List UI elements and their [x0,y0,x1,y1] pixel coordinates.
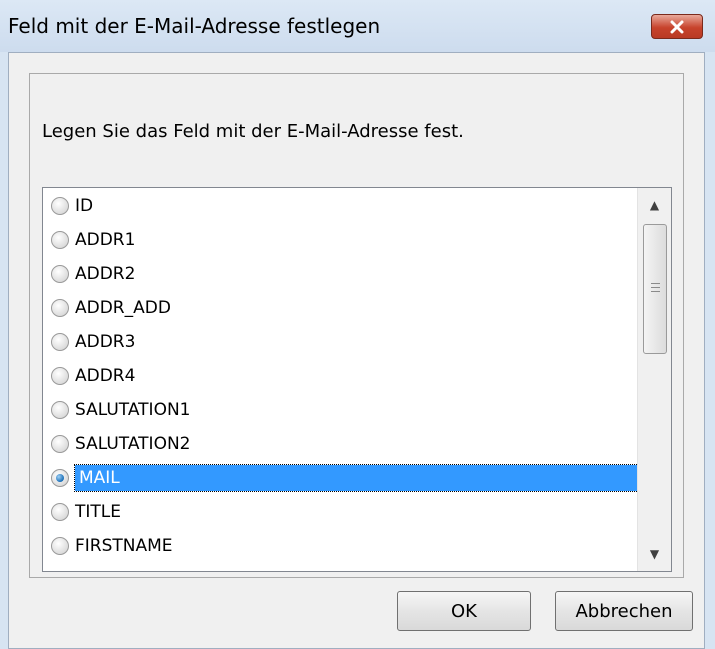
instruction-text: Legen Sie das Feld mit der E-Mail-Adress… [42,121,464,142]
close-button[interactable] [651,14,703,39]
field-option-label: ID [75,196,94,216]
field-option-addr1[interactable]: ADDR1 [47,224,638,256]
radio-button[interactable] [51,537,69,555]
radio-button[interactable] [51,503,69,521]
scroll-down-arrow-icon[interactable]: ▼ [638,537,671,571]
radio-button[interactable] [51,401,69,419]
field-option-addr-add[interactable]: ADDR_ADD [47,292,638,324]
field-option-label: ADDR3 [75,332,136,352]
dialog-title: Feld mit der E-Mail-Adresse festlegen [8,14,381,38]
field-option-label: ADDR2 [75,264,136,284]
grip-line [651,283,660,284]
radio-button[interactable] [51,197,69,215]
field-option-mail[interactable]: MAIL [47,462,639,494]
scroll-up-arrow-icon[interactable]: ▲ [638,188,671,222]
field-listbox[interactable]: ID ADDR1 ADDR2 ADDR_ADD ADDR3 ADDR4 SALU… [42,187,672,572]
radio-button[interactable] [51,265,69,283]
radio-button[interactable] [51,299,69,317]
field-option-label: ADDR_ADD [75,298,171,318]
cancel-button[interactable]: Abbrechen [555,591,693,631]
field-option-addr4[interactable]: ADDR4 [47,360,638,392]
field-option-label: TITLE [75,502,121,522]
field-option-salutation1[interactable]: SALUTATION1 [47,394,638,426]
field-option-label: FIRSTNAME [75,536,173,556]
field-option-label: ADDR4 [75,366,136,386]
grip-line [651,291,660,292]
field-option-label: ADDR1 [75,230,136,250]
field-option-addr3[interactable]: ADDR3 [47,326,638,358]
title-bar: Feld mit der E-Mail-Adresse festlegen [0,0,715,52]
field-option-id[interactable]: ID [47,190,638,222]
field-option-label: SALUTATION2 [75,434,191,454]
radio-button-selected[interactable] [51,469,69,487]
scrollbar-thumb[interactable] [643,224,667,354]
field-option-label: SALUTATION1 [75,400,191,420]
close-icon [670,20,684,33]
radio-button[interactable] [51,435,69,453]
dialog-window: Feld mit der E-Mail-Adresse festlegen Le… [0,0,715,649]
field-option-title[interactable]: TITLE [47,496,638,528]
field-option-label: MAIL [74,464,639,492]
field-option-salutation2[interactable]: SALUTATION2 [47,428,638,460]
field-option-addr2[interactable]: ADDR2 [47,258,638,290]
radio-button[interactable] [51,333,69,351]
dialog-client-area: Legen Sie das Feld mit der E-Mail-Adress… [8,52,705,649]
radio-button[interactable] [51,367,69,385]
field-option-firstname[interactable]: FIRSTNAME [47,530,638,562]
vertical-scrollbar[interactable]: ▲ ▼ [637,188,671,571]
radio-button[interactable] [51,231,69,249]
grip-line [651,287,660,288]
ok-button[interactable]: OK [397,591,531,631]
field-selection-panel: Legen Sie das Feld mit der E-Mail-Adress… [29,73,684,578]
